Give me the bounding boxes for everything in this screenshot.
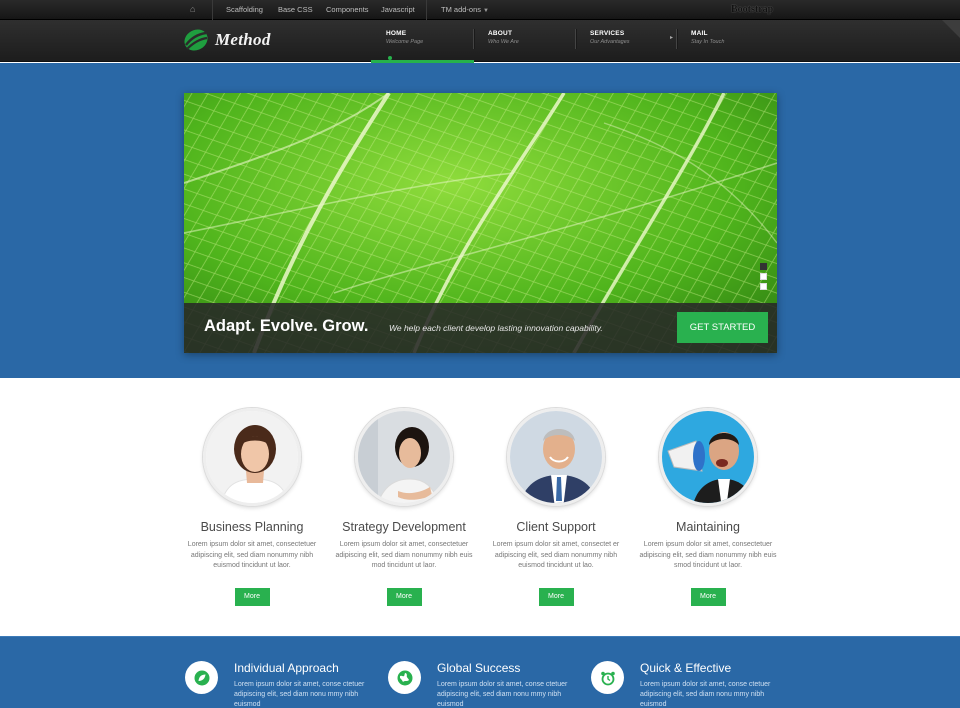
hero-tagline: We help each client develop lasting inno…: [389, 323, 603, 333]
nav-mail-title: MAIL: [691, 30, 708, 37]
divider: [575, 29, 576, 49]
feature-card: Maintaining Lorem ipsum dolor sit amet, …: [633, 408, 783, 606]
nav-about-subtitle: Who We Are: [488, 39, 519, 45]
topbar-link-components[interactable]: Components: [326, 0, 369, 20]
feature-card: Business Planning Lorem ipsum dolor sit …: [177, 408, 327, 606]
topbar-link-tm-addons-label: TM add-ons: [441, 5, 482, 14]
corner-fold: [942, 20, 960, 38]
more-button[interactable]: More: [538, 587, 574, 606]
benefit-title: Individual Approach: [234, 661, 339, 675]
feature-title: Maintaining: [676, 520, 740, 534]
logo-leaf-icon: [183, 28, 209, 52]
nav-home-subtitle: Welcome Page: [386, 39, 424, 45]
nav-mail-subtitle: Stay In Touch: [691, 39, 725, 45]
bootstrap-brand[interactable]: Bootstrap: [731, 0, 773, 20]
slider-dot[interactable]: [760, 263, 767, 270]
feature-card: Client Support Lorem ipsum dolor sit ame…: [481, 408, 631, 606]
slider-dot[interactable]: [760, 273, 767, 280]
logo-text: Method: [215, 30, 271, 49]
divider: [676, 29, 677, 49]
slider-pagination: [760, 263, 768, 293]
slider-dot[interactable]: [760, 283, 767, 290]
nav-services-subtitle: Our Advantages: [590, 39, 630, 45]
more-button[interactable]: More: [234, 587, 270, 606]
nav-services-title: SERVICES: [590, 30, 625, 37]
benefit-title: Quick & Effective: [640, 661, 732, 675]
feature-title: Business Planning: [200, 520, 304, 534]
caret-down-icon: ▼: [483, 8, 489, 14]
divider: [426, 0, 427, 20]
more-button[interactable]: More: [386, 587, 422, 606]
slide-caption: Adapt. Evolve. Grow. We help each client…: [184, 303, 777, 353]
benefits-band: Individual Approach Lorem ipsum dolor si…: [0, 636, 960, 708]
feature-photo: [355, 408, 453, 506]
topbar-link-tm-addons[interactable]: TM add-ons ▼: [441, 0, 489, 20]
feature-text: Lorem ipsum dolor sit amet, consectetuer…: [187, 541, 317, 569]
divider: [212, 0, 213, 20]
hero-headline: Adapt. Evolve. Grow.: [204, 317, 369, 335]
divider: [473, 29, 474, 49]
nav-home[interactable]: HOME Welcome Page: [371, 20, 475, 63]
logo[interactable]: Method: [183, 25, 271, 55]
dropdown-icon: ▸: [669, 35, 673, 41]
topbar-link-scaffolding[interactable]: Scaffolding: [226, 0, 263, 20]
benefit-text: Lorem ipsum dolor sit amet, conse ctetue…: [640, 681, 771, 708]
topbar-link-javascript[interactable]: Javascript: [381, 0, 415, 20]
feature-title: Strategy Development: [342, 520, 466, 534]
hero-band: Adapt. Evolve. Grow. We help each client…: [0, 63, 960, 378]
feature-text: Lorem ipsum dolor sit amet, consectet er…: [492, 541, 620, 569]
feature-photo: [659, 408, 757, 506]
feature-title: Client Support: [516, 520, 596, 534]
benefit-text: Lorem ipsum dolor sit amet, conse ctetue…: [234, 681, 365, 708]
topbar-link-base-css[interactable]: Base CSS: [278, 0, 313, 20]
more-button[interactable]: More: [690, 587, 726, 606]
nav-about-title: ABOUT: [488, 30, 513, 37]
hero-slider[interactable]: Adapt. Evolve. Grow. We help each client…: [184, 93, 777, 353]
feature-photo: [203, 408, 301, 506]
feature-text: Lorem ipsum dolor sit amet, consectetuer…: [639, 541, 777, 569]
features-section: Business Planning Lorem ipsum dolor sit …: [0, 378, 960, 636]
feature-card: Strategy Development Lorem ipsum dolor s…: [329, 408, 479, 606]
globe-icon: [388, 661, 421, 694]
nav-about[interactable]: ABOUT Who We Are: [473, 20, 519, 62]
leaf-icon: [185, 661, 218, 694]
site-header: Method HOME Welcome Page ABOUT Who We Ar…: [0, 20, 960, 63]
get-started-button[interactable]: GET STARTED: [677, 312, 768, 343]
feature-photo: [507, 408, 605, 506]
nav-mail[interactable]: MAIL Stay In Touch: [676, 20, 724, 62]
benefit-text: Lorem ipsum dolor sit amet, conse ctetue…: [437, 681, 568, 708]
feature-text: Lorem ipsum dolor sit amet, consectetuer…: [335, 541, 473, 569]
nav-home-title: HOME: [386, 30, 407, 37]
home-icon[interactable]: ⌂: [190, 4, 200, 14]
nav-services[interactable]: SERVICES Our Advantages ▸: [575, 20, 673, 62]
benefit-title: Global Success: [437, 661, 521, 675]
admin-bar: ⌂ Scaffolding Base CSS Components Javasc…: [0, 0, 960, 20]
active-indicator: [388, 56, 392, 60]
alarm-clock-icon: [591, 661, 624, 694]
